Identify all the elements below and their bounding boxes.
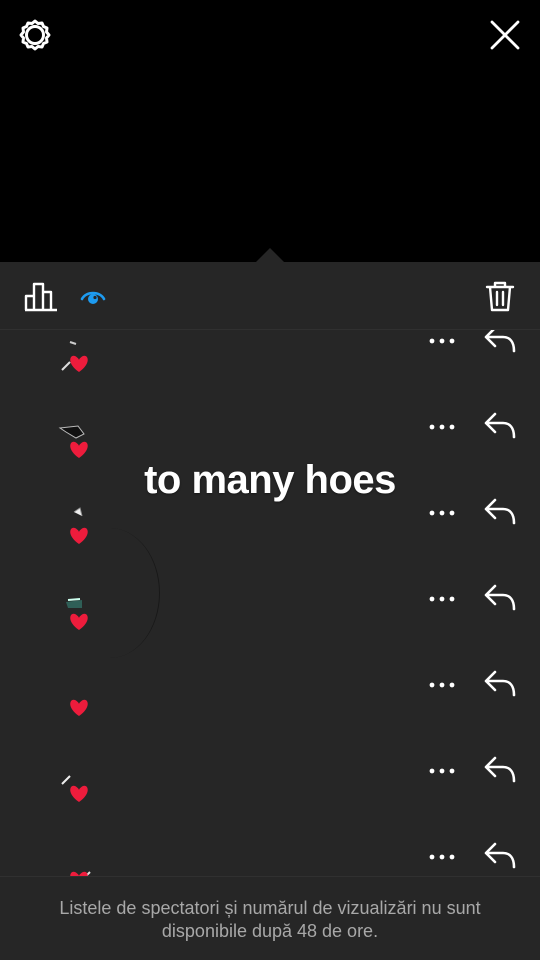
more-horizontal-icon <box>429 768 455 774</box>
viewer-row[interactable] <box>0 408 540 494</box>
more-horizontal-icon <box>429 682 455 688</box>
story-preview-area <box>0 0 540 262</box>
gear-icon <box>19 19 51 51</box>
viewer-avatar[interactable] <box>56 762 102 808</box>
more-options-button[interactable] <box>424 500 460 526</box>
avatar-image <box>70 699 88 716</box>
viewer-row[interactable] <box>0 752 540 838</box>
viewer-avatar[interactable] <box>56 504 102 550</box>
more-options-button[interactable] <box>424 414 460 440</box>
reply-button[interactable] <box>480 580 520 614</box>
reply-button[interactable] <box>480 752 520 786</box>
reply-arrow-icon <box>484 584 516 611</box>
viewer-row[interactable] <box>0 666 540 752</box>
close-button[interactable] <box>486 16 524 54</box>
avatar-image <box>70 871 91 876</box>
reply-button[interactable] <box>480 666 520 700</box>
trash-icon <box>485 281 515 312</box>
delete-story-button[interactable] <box>482 278 518 314</box>
viewer-row[interactable] <box>0 838 540 876</box>
bar-chart-icon <box>24 282 57 312</box>
avatar-image <box>61 341 88 372</box>
viewer-row[interactable] <box>0 494 540 580</box>
viewer-avatar[interactable] <box>56 676 102 722</box>
more-horizontal-icon <box>429 510 455 516</box>
heart-icon <box>70 699 88 716</box>
viewers-list[interactable] <box>0 330 540 876</box>
heart-icon <box>70 527 88 544</box>
settings-button[interactable] <box>16 16 54 54</box>
viewer-avatar[interactable] <box>56 848 102 876</box>
footer-note: Listele de spectatori și numărul de vizu… <box>59 898 481 941</box>
viewer-avatar[interactable] <box>56 590 102 636</box>
avatar-image <box>66 598 88 630</box>
heart-icon <box>70 613 88 630</box>
footer: Listele de spectatori și numărul de vizu… <box>0 876 540 960</box>
more-options-button[interactable] <box>424 586 460 612</box>
avatar-image <box>58 425 88 458</box>
sheet-header <box>0 262 540 330</box>
viewer-avatar[interactable] <box>56 418 102 464</box>
avatar-image <box>61 775 88 802</box>
reply-button[interactable] <box>480 330 520 356</box>
heart-icon <box>70 785 88 802</box>
eye-icon <box>80 291 106 304</box>
reply-button[interactable] <box>480 408 520 442</box>
more-horizontal-icon <box>429 596 455 602</box>
more-options-button[interactable] <box>424 758 460 784</box>
more-options-button[interactable] <box>424 844 460 870</box>
viewer-row[interactable] <box>0 330 540 408</box>
reply-arrow-icon <box>484 670 516 697</box>
insights-tab[interactable] <box>22 278 60 314</box>
reply-arrow-icon <box>484 756 516 783</box>
viewer-avatar[interactable] <box>56 332 102 378</box>
more-options-button[interactable] <box>424 672 460 698</box>
reply-arrow-icon <box>484 330 516 353</box>
heart-icon <box>70 441 88 458</box>
more-horizontal-icon <box>429 424 455 430</box>
reply-arrow-icon <box>484 842 516 869</box>
more-options-button[interactable] <box>424 330 460 354</box>
more-horizontal-icon <box>429 854 455 860</box>
sheet-pointer <box>256 248 284 262</box>
avatar-image <box>70 507 88 544</box>
viewers-sheet <box>0 262 540 960</box>
reply-button[interactable] <box>480 838 520 872</box>
more-horizontal-icon <box>429 338 455 344</box>
heart-icon <box>70 355 88 372</box>
reply-arrow-icon <box>484 412 516 439</box>
viewers-tab[interactable] <box>78 282 108 312</box>
close-icon <box>490 20 520 50</box>
viewer-row[interactable] <box>0 580 540 666</box>
reply-arrow-icon <box>484 498 516 525</box>
reply-button[interactable] <box>480 494 520 528</box>
